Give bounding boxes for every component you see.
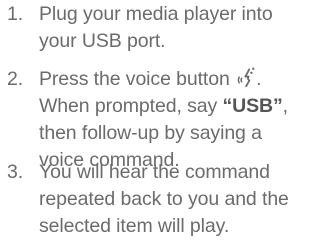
step-line: your USB port.: [39, 30, 166, 52]
usb-keyword: “USB”: [222, 95, 283, 117]
instruction-steps: 1. Plug your media player into your USB …: [0, 0, 305, 243]
step-line: Press the voice button .: [39, 66, 305, 93]
step-line: Plug your media player into: [39, 3, 273, 25]
step-line-suffix: .: [256, 68, 262, 90]
step-number: 3.: [7, 161, 24, 183]
step-line-prefix: Press the voice button: [39, 68, 230, 90]
step-number: 2.: [7, 68, 24, 90]
step-line: repeated back to you and the: [39, 188, 289, 210]
step-text: You will hear the command repeated back …: [39, 159, 305, 240]
step-text: Press the voice button . When prompted, …: [39, 66, 305, 174]
step-line: selected item will play.: [39, 215, 230, 237]
step-line: then follow-up by saying a: [39, 122, 262, 144]
voice-command-icon: [236, 66, 256, 88]
step-line: When prompted, say “USB”,: [39, 93, 305, 120]
step-line: You will hear the command: [39, 161, 270, 183]
step-line-suffix: ,: [282, 95, 288, 117]
step-text: Plug your media player into your USB por…: [39, 1, 305, 55]
step-line-prefix: When prompted, say: [39, 95, 223, 117]
step-number: 1.: [7, 3, 24, 25]
